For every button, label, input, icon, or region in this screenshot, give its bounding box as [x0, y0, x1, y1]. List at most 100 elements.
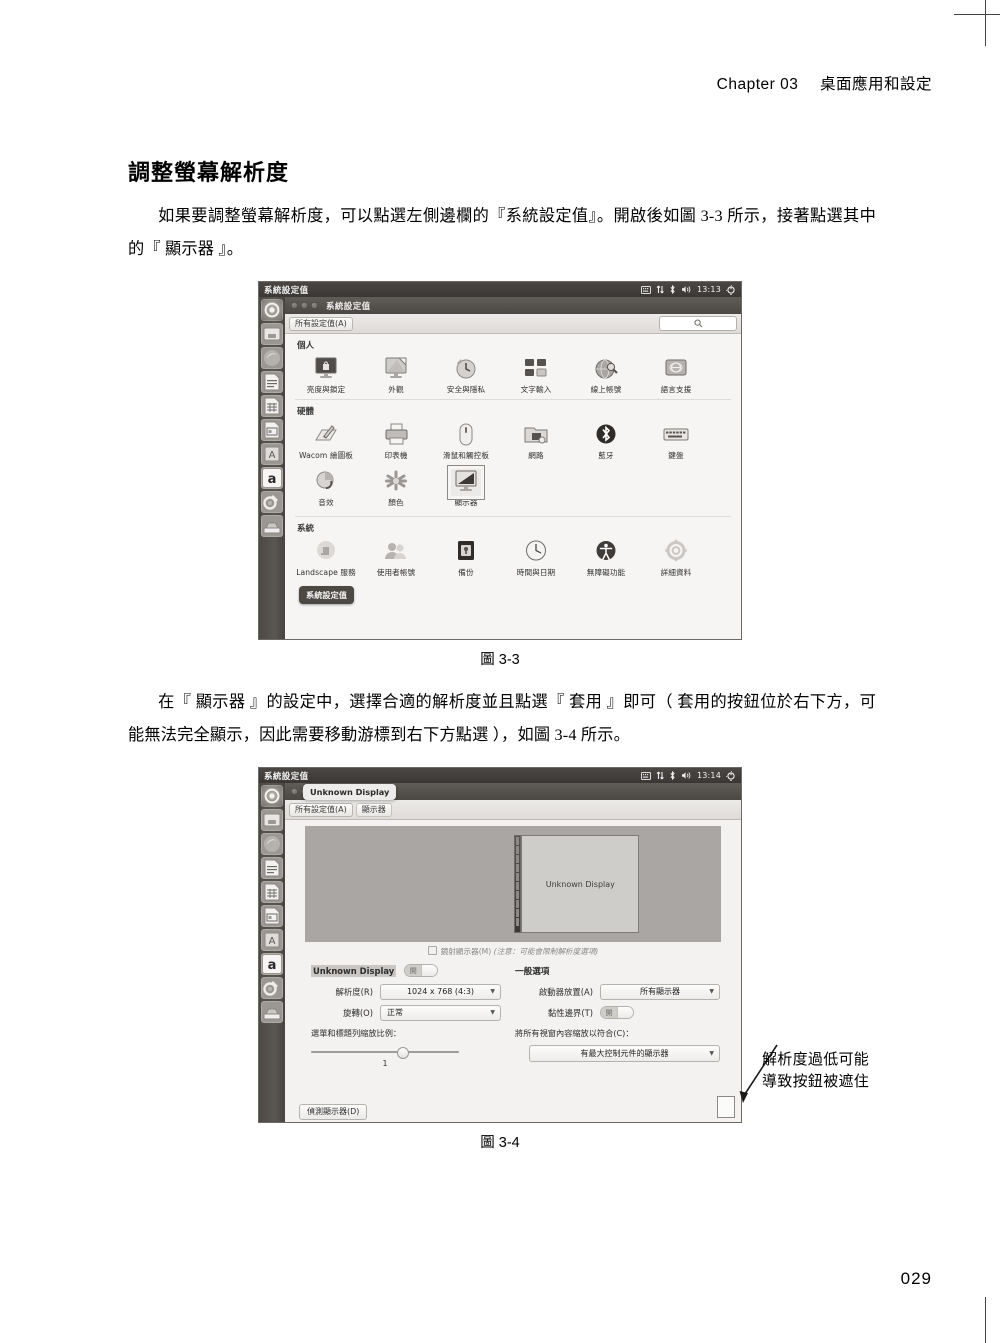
display-power-toggle[interactable]: 開 — [404, 964, 439, 977]
rotation-row: 旋轉(O) 正常 ▼ — [311, 1002, 501, 1023]
sticky-edges-toggle-label: 開 — [601, 1007, 617, 1018]
network-indicator-icon[interactable] — [656, 285, 664, 294]
detect-displays-button[interactable]: 偵測顯示器(D) — [299, 1104, 368, 1120]
settings-item-landscape[interactable]: Landscape 服務 — [291, 537, 361, 578]
chevron-down-icon: ▼ — [490, 1009, 495, 1016]
mirror-displays-row: 鏡射顯示器(M) (注意：可能會限制解析度選項) — [285, 946, 741, 957]
breadcrumb-displays[interactable]: 顯示器 — [355, 802, 392, 817]
panel-clock[interactable]: 13:14 — [697, 771, 721, 780]
search-input[interactable] — [659, 316, 737, 331]
network-indicator-icon[interactable] — [656, 771, 664, 780]
settings-item-color[interactable]: 顏色 — [361, 467, 431, 508]
apply-button-clipped[interactable] — [717, 1096, 735, 1118]
settings-item-appearance[interactable]: 外觀 — [361, 354, 431, 395]
settings-item-user-accounts[interactable]: 使用者帳號 — [361, 537, 431, 578]
annotation-text: 解析度過低可能 導致按鈕被遮住 — [762, 1049, 869, 1093]
launcher-ubuntu-software-icon[interactable] — [261, 1001, 283, 1023]
slider-handle[interactable] — [397, 1047, 409, 1059]
settings-item-network[interactable]: 網路 — [501, 420, 571, 461]
settings-item-security-privacy[interactable]: 安全與隱私 — [431, 354, 501, 395]
bluetooth-indicator-icon[interactable] — [669, 771, 676, 780]
launcher-fonts-icon[interactable]: A — [261, 443, 283, 465]
launcher-impress-icon[interactable] — [261, 905, 283, 927]
settings-item-language-support[interactable]: 語言支援 — [641, 354, 711, 395]
launcher-amazon-icon[interactable]: a — [261, 953, 283, 975]
maximize-icon[interactable] — [311, 302, 318, 309]
scale-slider[interactable] — [311, 1046, 459, 1059]
settings-item-accessibility[interactable]: 無障礙功能 — [571, 537, 641, 578]
mirror-displays-checkbox[interactable] — [427, 946, 437, 955]
settings-grid-hardware-row2: 音效 顏色 顯示器 — [285, 461, 741, 508]
launcher-writer-icon[interactable] — [261, 371, 283, 393]
minimize-icon[interactable] — [301, 302, 308, 309]
paragraph-2: 在『 顯示器 』的設定中，選擇合適的解析度並且點選『 套用 』即可（ 套用的按鈕… — [128, 686, 876, 752]
bluetooth-indicator-icon[interactable] — [669, 285, 676, 294]
volume-indicator-icon[interactable] — [681, 285, 692, 294]
power-gear-icon[interactable] — [726, 770, 736, 781]
launcher-amazon-icon[interactable]: a — [261, 467, 283, 489]
toggle-knob — [617, 1007, 633, 1018]
launcher-calc-icon[interactable] — [261, 881, 283, 903]
launcher-placement-select[interactable]: 所有顯示器 ▼ — [600, 983, 720, 1000]
volume-indicator-icon[interactable] — [681, 771, 692, 780]
close-icon[interactable] — [291, 788, 298, 795]
launcher-calc-icon[interactable] — [261, 395, 283, 417]
settings-item-brightness-lock[interactable]: 亮度與鎖定 — [291, 354, 361, 395]
settings-item-text-entry[interactable]: 文字輸入 — [501, 354, 571, 395]
keyboard-icon — [661, 422, 691, 449]
launcher-firefox-icon[interactable] — [261, 833, 283, 855]
resolution-label: 解析度(R) — [335, 986, 373, 997]
launcher-system-settings-icon[interactable] — [261, 491, 283, 513]
keyboard-indicator-icon[interactable] — [640, 285, 651, 294]
figure-3-3-screenshot: 系統設定值 13:13 A a 系統設定值 所有設定值(A) 個人 亮度與鎖定 … — [258, 281, 742, 640]
settings-item-printer[interactable]: 印表機 — [361, 420, 431, 461]
settings-item-label: 鍵盤 — [668, 451, 684, 460]
scale-fit-select[interactable]: 有最大控制元件的顯示器 ▼ — [529, 1045, 720, 1062]
power-gear-icon[interactable] — [726, 284, 736, 295]
launcher-files-icon[interactable] — [261, 323, 283, 345]
launcher-system-settings-icon[interactable] — [261, 977, 283, 999]
close-icon[interactable] — [291, 302, 298, 309]
mouse-touchpad-icon — [451, 422, 481, 449]
sticky-edges-toggle[interactable]: 開 — [600, 1006, 634, 1019]
settings-item-bluetooth[interactable]: 藍牙 — [571, 420, 641, 461]
display-name-chip: Unknown Display — [311, 964, 397, 977]
settings-item-keyboard[interactable]: 鍵盤 — [641, 420, 711, 461]
launcher-dash-icon[interactable] — [261, 299, 283, 321]
settings-item-details[interactable]: 詳細資料 — [641, 537, 711, 578]
settings-item-online-accounts[interactable]: 線上帳號 — [571, 354, 641, 395]
settings-item-time-date[interactable]: 時間與日期 — [501, 537, 571, 578]
settings-item-label: 顏色 — [388, 498, 404, 507]
mirror-displays-label: 鏡射顯示器(M) — [440, 947, 492, 956]
all-settings-button[interactable]: 所有設定值(A) — [289, 316, 353, 331]
unity-launcher: A a — [259, 783, 285, 1122]
slider-track — [311, 1051, 459, 1053]
settings-item-mouse-touchpad[interactable]: 滑鼠和觸控板 — [431, 420, 501, 461]
settings-item-wacom[interactable]: Wacom 繪圖板 — [291, 420, 361, 461]
settings-item-label: 文字輸入 — [520, 385, 552, 394]
settings-item-sound[interactable]: 音效 — [291, 467, 361, 508]
settings-item-label: Wacom 繪圖板 — [299, 451, 353, 460]
rotation-value: 正常 — [387, 1008, 403, 1017]
launcher-writer-icon[interactable] — [261, 857, 283, 879]
display-preview-stage[interactable]: Unknown Display — [305, 826, 721, 942]
document-page: Chapter 03 桌面應用和設定 調整螢幕解析度 如果要調整螢幕解析度，可以… — [0, 0, 1000, 1343]
panel-clock[interactable]: 13:13 — [697, 285, 721, 294]
resolution-select[interactable]: 1024 x 768 (4:3) ▼ — [380, 983, 501, 1000]
unity-top-panel: 系統設定值 13:13 — [259, 282, 741, 297]
keyboard-indicator-icon[interactable] — [640, 771, 651, 780]
settings-item-backup[interactable]: 備份 — [431, 537, 501, 578]
launcher-firefox-icon[interactable] — [261, 347, 283, 369]
settings-item-label: 備份 — [458, 568, 474, 577]
launcher-dash-icon[interactable] — [261, 785, 283, 807]
monitor-preview[interactable]: Unknown Display — [521, 835, 640, 933]
launcher-impress-icon[interactable] — [261, 419, 283, 441]
launcher-files-icon[interactable] — [261, 809, 283, 831]
all-settings-button[interactable]: 所有設定值(A) — [289, 802, 353, 817]
launcher-fonts-icon[interactable]: A — [261, 929, 283, 951]
security-privacy-icon — [451, 356, 481, 383]
launcher-ubuntu-software-icon[interactable] — [261, 515, 283, 537]
rotation-select[interactable]: 正常 ▼ — [380, 1004, 501, 1021]
settings-item-displays[interactable]: 顯示器 — [431, 465, 501, 508]
svg-text:a: a — [268, 958, 277, 973]
